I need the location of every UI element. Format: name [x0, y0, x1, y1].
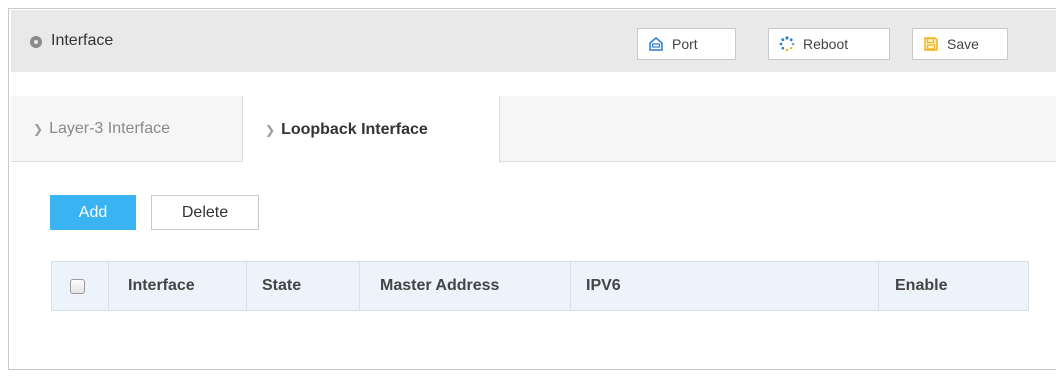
column-header-interface[interactable]: Interface [109, 262, 247, 310]
delete-button[interactable]: Delete [151, 195, 259, 230]
table-header: Interface State Master Address IPV6 Enab… [51, 261, 1029, 311]
chevron-right-icon: ❯ [33, 122, 44, 136]
circle-dot-icon [30, 36, 42, 48]
save-button-label: Save [947, 36, 979, 52]
reboot-button-label: Reboot [803, 36, 849, 52]
tab-bar: ❯ Layer-3 Interface ❯ Loopback Interface [11, 96, 1056, 163]
tab-loopback-interface[interactable]: ❯ Loopback Interface [243, 96, 500, 163]
tab-label: Loopback Interface [281, 120, 428, 138]
column-header-master-address[interactable]: Master Address [360, 262, 571, 310]
reboot-button[interactable]: Reboot [768, 28, 890, 60]
tab-label: Layer-3 Interface [49, 120, 171, 137]
select-all-cell [52, 262, 109, 310]
chevron-right-icon: ❯ [265, 122, 276, 137]
save-button[interactable]: Save [912, 28, 1008, 60]
port-button-label: Port [672, 36, 698, 52]
page-title: Interface [51, 32, 114, 49]
port-button[interactable]: Port [637, 28, 736, 60]
select-all-checkbox[interactable] [70, 278, 85, 294]
port-icon [648, 36, 664, 52]
column-header-ipv6[interactable]: IPV6 [571, 262, 879, 310]
reboot-spinner-icon [779, 36, 795, 52]
column-header-enable[interactable]: Enable [879, 262, 1028, 310]
add-button[interactable]: Add [50, 195, 136, 230]
page-header: Interface Port Reboot Save [11, 10, 1056, 72]
save-icon [923, 36, 939, 52]
column-header-state[interactable]: State [247, 262, 360, 310]
tab-layer3-interface[interactable]: ❯ Layer-3 Interface [11, 96, 243, 162]
